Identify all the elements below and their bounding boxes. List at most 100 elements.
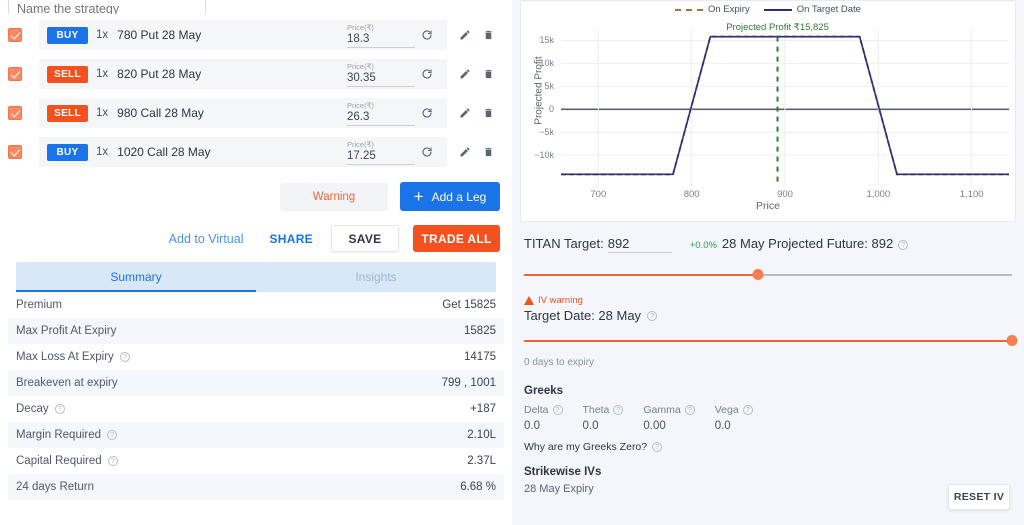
table-row[interactable]: BUY 1x 780 Put 28 May Price(₹) 18.3: [8, 20, 504, 50]
left-panel: BUY 1x 780 Put 28 May Price(₹) 18.3: [0, 0, 512, 525]
solid-line-icon: [763, 8, 792, 11]
delete-icon[interactable]: [483, 107, 494, 119]
reset-iv-button[interactable]: RESET IV: [948, 484, 1010, 510]
payoff-chart-card: On Expiry On Target Date Projected Profi…: [520, 0, 1016, 222]
greek-name: Delta: [524, 404, 549, 416]
table-row: Margin Required ? 2.10L: [8, 422, 504, 448]
tab-summary[interactable]: Summary: [16, 262, 256, 292]
save-button[interactable]: SAVE: [331, 225, 399, 252]
delete-icon[interactable]: [483, 68, 494, 80]
target-controls: TITAN Target: 892 +0.0% 28 May Projected…: [512, 222, 1024, 495]
add-leg-label: Add a Leg: [431, 189, 487, 204]
table-row: Capital Required ? 2.37L: [8, 448, 504, 474]
legend-item-on-expiry[interactable]: On Expiry: [675, 4, 750, 15]
leg-action-tag[interactable]: BUY: [47, 143, 88, 161]
leg-quantity: 1x: [96, 68, 109, 80]
help-icon[interactable]: ?: [898, 239, 909, 250]
titan-target-slider[interactable]: [524, 267, 1012, 283]
help-icon[interactable]: ?: [684, 405, 695, 415]
help-icon[interactable]: ?: [107, 456, 118, 466]
help-icon[interactable]: ?: [652, 442, 663, 452]
refresh-icon[interactable]: [421, 29, 433, 41]
leg-checkbox[interactable]: [8, 67, 22, 81]
table-row: 24 days Return 6.68 %: [8, 474, 504, 500]
titan-target-input[interactable]: 892: [607, 236, 672, 253]
leg-body: SELL 1x 820 Put 28 May Price(₹) 30.35: [39, 59, 447, 89]
help-icon[interactable]: ?: [552, 405, 563, 415]
payoff-chart-svg: [561, 29, 1009, 185]
target-date-slider[interactable]: [524, 333, 1018, 349]
row-label: Premium: [16, 299, 63, 311]
price-value: 17.25: [347, 149, 376, 162]
greek-theta: Theta ? 0.0: [583, 404, 624, 432]
leg-checkbox[interactable]: [8, 145, 22, 159]
chart-legend: On Expiry On Target Date: [521, 1, 1015, 15]
leg-checkbox[interactable]: [8, 106, 22, 120]
row-value: 799 , 1001: [441, 377, 496, 389]
table-row[interactable]: SELL 1x 980 Call 28 May Price(₹) 26.3: [8, 98, 504, 128]
leg-action-tag[interactable]: SELL: [47, 104, 88, 122]
table-row[interactable]: BUY 1x 1020 Call 28 May Price(₹) 17.25: [8, 137, 504, 167]
add-leg-button[interactable]: + Add a Leg: [400, 182, 500, 211]
edit-icon[interactable]: [459, 146, 471, 158]
row-label: Capital Required: [16, 455, 102, 467]
edit-icon[interactable]: [459, 29, 471, 41]
help-icon[interactable]: ?: [107, 430, 118, 440]
x-axis-tick: 1,000: [866, 189, 891, 200]
help-icon[interactable]: ?: [647, 310, 658, 321]
price-value: 30.35: [347, 71, 376, 84]
help-icon[interactable]: ?: [613, 405, 624, 415]
legs-list: BUY 1x 780 Put 28 May Price(₹) 18.3 SELL…: [0, 14, 512, 167]
greek-value: 0.0: [582, 420, 599, 432]
delete-icon[interactable]: [483, 146, 494, 158]
row-value: 2.10L: [467, 429, 496, 441]
leg-price-field[interactable]: Price(₹) 18.3: [347, 23, 415, 48]
strategy-name-input[interactable]: [8, 0, 206, 14]
row-label: Decay: [16, 403, 49, 415]
share-button[interactable]: SHARE: [269, 232, 313, 246]
edit-icon[interactable]: [459, 107, 471, 119]
leg-action-tag[interactable]: SELL: [47, 65, 88, 83]
x-axis-tick: 700: [590, 189, 607, 200]
strategy-builder-app: BUY 1x 780 Put 28 May Price(₹) 18.3: [0, 0, 1024, 525]
warning-button[interactable]: Warning: [280, 182, 388, 211]
trade-all-button[interactable]: TRADE ALL: [413, 225, 500, 252]
leg-price-field[interactable]: Price(₹) 26.3: [347, 101, 415, 126]
greek-name-wrap: Theta ?: [583, 404, 624, 416]
strikewise-expiry: 28 May Expiry: [524, 483, 594, 495]
refresh-icon[interactable]: [421, 107, 433, 119]
row-label-wrap: Margin Required ?: [16, 429, 118, 441]
greek-name-wrap: Delta ?: [524, 404, 563, 416]
payoff-plot[interactable]: Projected Profit Price 15k 10k 5k 0 −5k −10k 7…: [521, 15, 1015, 212]
help-icon[interactable]: ?: [54, 404, 65, 414]
tab-insights[interactable]: Insights: [256, 262, 496, 292]
target-date-label[interactable]: Target Date: 28 May: [524, 308, 641, 323]
leg-action-tag[interactable]: BUY: [47, 26, 88, 44]
leg-price-field[interactable]: Price(₹) 30.35: [347, 62, 415, 87]
slider-thumb[interactable]: [1006, 335, 1018, 346]
y-axis-tick: −5k: [539, 127, 554, 138]
slider-fill: [524, 274, 759, 276]
price-label: Price(₹): [347, 22, 374, 32]
slider-thumb[interactable]: [752, 269, 764, 280]
refresh-icon[interactable]: [421, 68, 433, 80]
leg-checkbox[interactable]: [8, 28, 22, 42]
edit-icon[interactable]: [459, 68, 471, 80]
delete-icon[interactable]: [483, 29, 494, 41]
help-icon[interactable]: ?: [742, 405, 753, 415]
row-label: Max Profit At Expiry: [16, 325, 117, 337]
pct-change: +0.0%: [689, 240, 717, 251]
dashed-line-icon: [675, 8, 703, 11]
greek-delta: Delta ? 0.0: [524, 404, 563, 432]
leg-price-field[interactable]: Price(₹) 17.25: [347, 140, 415, 165]
leg-quantity: 1x: [96, 107, 109, 119]
why-greeks-zero[interactable]: Why are my Greeks Zero? ?: [524, 441, 1012, 453]
legend-label: On Expiry: [708, 4, 750, 15]
refresh-icon[interactable]: [421, 146, 433, 158]
row-value: Get 15825: [442, 299, 496, 311]
help-icon[interactable]: ?: [119, 352, 130, 362]
legend-item-on-target-date[interactable]: On Target Date: [763, 4, 861, 15]
add-to-virtual-button[interactable]: Add to Virtual: [169, 232, 244, 246]
greek-value: 0.0: [714, 420, 731, 432]
table-row[interactable]: SELL 1x 820 Put 28 May Price(₹) 30.35: [8, 59, 504, 89]
